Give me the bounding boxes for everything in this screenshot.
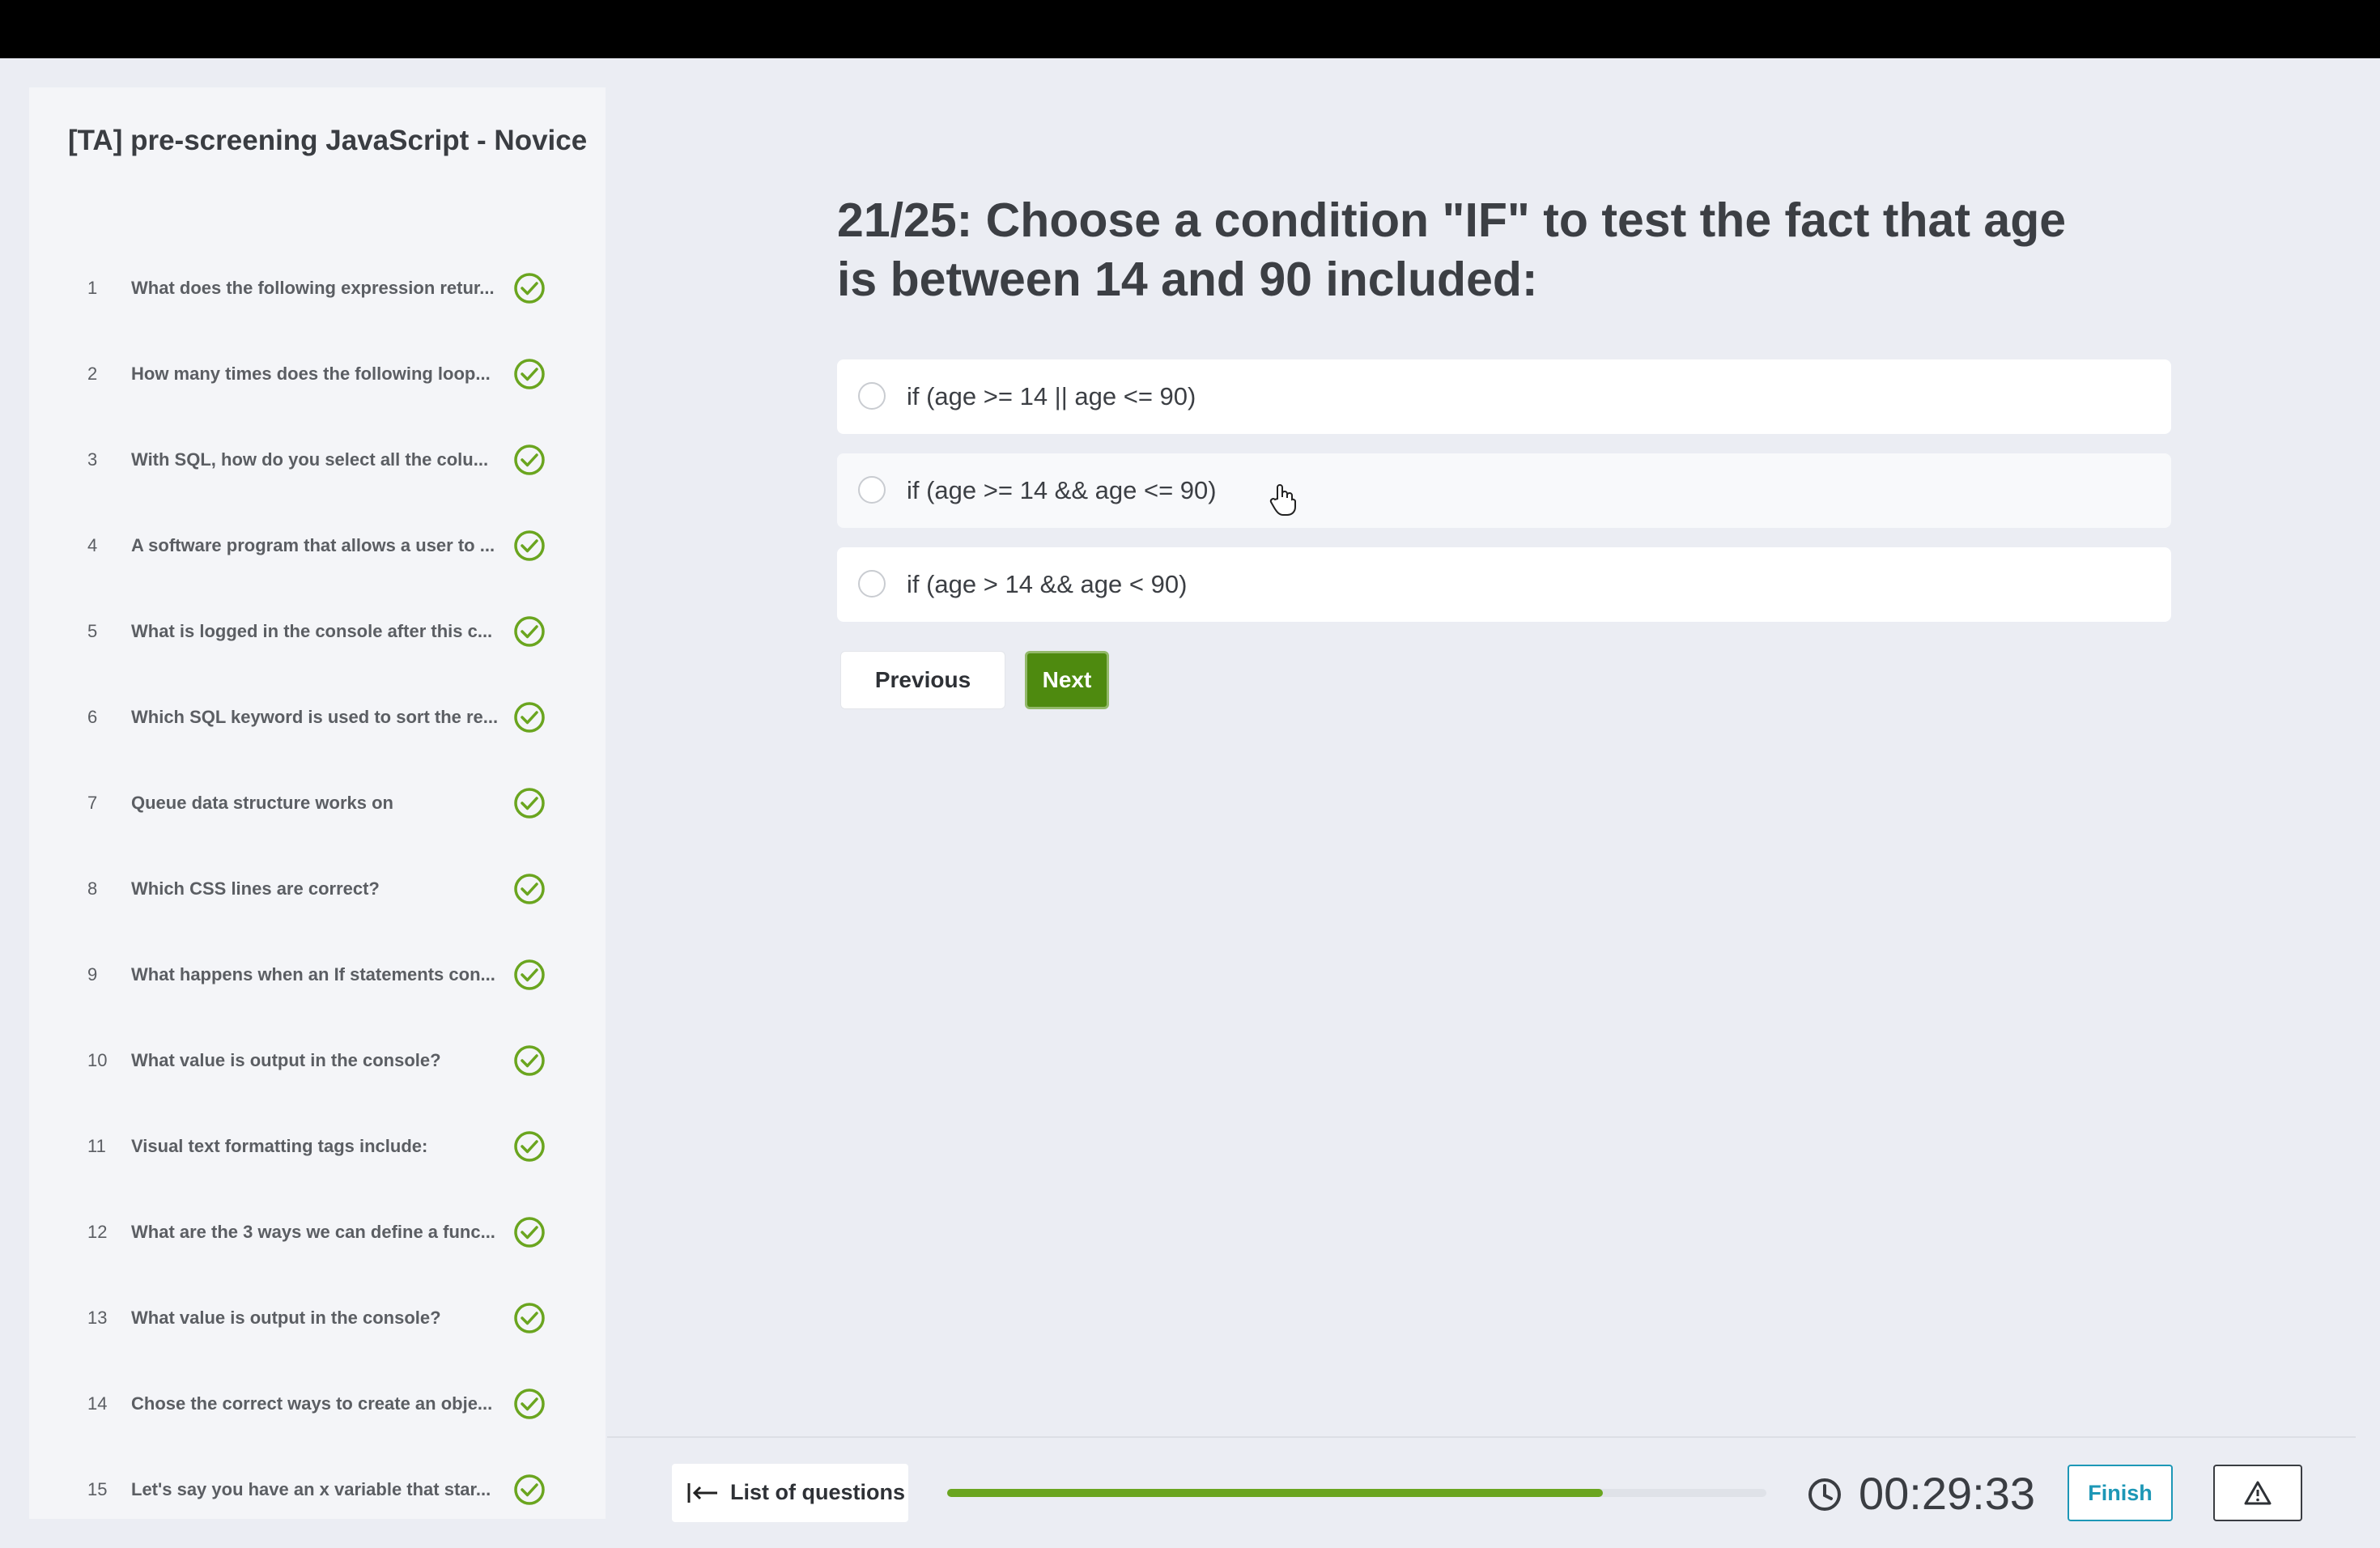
question-summary: What value is output in the console? xyxy=(131,1050,441,1070)
answer-option-2[interactable]: if (age >= 14 && age <= 90) xyxy=(837,453,2171,528)
check-circle-icon xyxy=(514,1474,545,1505)
question-summary: Which CSS lines are correct? xyxy=(131,878,380,899)
sidebar-question-item[interactable]: 2 How many times does the following loop.… xyxy=(29,346,606,402)
check-circle-icon xyxy=(514,1389,545,1419)
sidebar-question-item[interactable]: 12 What are the 3 ways we can define a fu… xyxy=(29,1204,606,1261)
sidebar-question-item[interactable]: 8 Which CSS lines are correct? xyxy=(29,861,606,917)
next-button[interactable]: Next xyxy=(1025,651,1109,709)
sidebar-question-item[interactable]: 5 What is logged in the console after thi… xyxy=(29,603,606,660)
question-number: 10 xyxy=(87,1050,108,1070)
radio-button[interactable] xyxy=(858,570,886,598)
clock-icon xyxy=(1808,1478,1841,1511)
question-number: 1 xyxy=(87,278,98,298)
radio-button[interactable] xyxy=(858,382,886,410)
test-title: [TA] pre-screening JavaScript - Novice xyxy=(68,125,588,156)
check-circle-icon xyxy=(514,1217,545,1248)
arrow-left-bar-icon xyxy=(687,1483,717,1503)
sidebar-question-item[interactable]: 10 What value is output in the console? xyxy=(29,1032,606,1089)
question-number: 15 xyxy=(87,1479,108,1499)
question-number: 2 xyxy=(87,364,98,384)
check-circle-icon xyxy=(514,702,545,733)
question-number: 13 xyxy=(87,1308,108,1328)
sidebar-question-item[interactable]: 7 Queue data structure works on xyxy=(29,775,606,831)
question-summary: How many times does the following loop..… xyxy=(131,364,491,384)
answer-option-label: if (age >= 14 || age <= 90) xyxy=(907,382,1196,410)
report-issue-button[interactable] xyxy=(2213,1465,2302,1521)
question-number: 11 xyxy=(87,1136,106,1156)
sidebar-question-item[interactable]: 4 A software program that allows a user t… xyxy=(29,517,606,574)
question-summary: Visual text formatting tags include: xyxy=(131,1136,428,1156)
question-title: 21/25: Choose a condition "IF" to test t… xyxy=(837,194,2067,306)
answer-option-3[interactable]: if (age > 14 && age < 90) xyxy=(837,547,2171,622)
question-summary: What value is output in the console? xyxy=(131,1308,441,1328)
question-summary: A software program that allows a user to… xyxy=(131,535,495,555)
check-circle-icon xyxy=(514,359,545,389)
list-of-questions-label: List of questions xyxy=(730,1480,905,1504)
sidebar-question-item[interactable]: 1 What does the following expression retu… xyxy=(29,260,606,317)
sidebar-question-item[interactable]: 3 With SQL, how do you select all the col… xyxy=(29,432,606,488)
check-circle-icon xyxy=(514,530,545,561)
timer: 00:29:33 xyxy=(1859,1468,2035,1519)
hand-cursor-icon xyxy=(1269,484,1296,516)
list-of-questions-button[interactable]: List of questions xyxy=(672,1464,908,1522)
sidebar-question-item[interactable]: 14 Chose the correct ways to create an ob… xyxy=(29,1376,606,1432)
answer-option-label: if (age >= 14 && age <= 90) xyxy=(907,476,1217,504)
question-summary: What are the 3 ways we can define a func… xyxy=(131,1222,495,1242)
question-number: 6 xyxy=(87,707,98,727)
check-circle-icon xyxy=(514,959,545,990)
check-circle-icon xyxy=(514,444,545,475)
footer-divider xyxy=(607,1436,2356,1438)
answer-option-1[interactable]: if (age >= 14 || age <= 90) xyxy=(837,359,2171,434)
question-number: 5 xyxy=(87,621,98,641)
question-summary: Which SQL keyword is used to sort the re… xyxy=(131,707,499,727)
check-circle-icon xyxy=(514,788,545,819)
question-number: 7 xyxy=(87,793,98,813)
question-number: 12 xyxy=(87,1222,108,1242)
check-circle-icon xyxy=(514,1045,545,1076)
answer-option-label: if (age > 14 && age < 90) xyxy=(907,570,1188,598)
progress-bar xyxy=(947,1489,1766,1497)
progress-fill xyxy=(947,1489,1603,1497)
question-number: 3 xyxy=(87,449,98,470)
sidebar-question-item[interactable]: 13 What value is output in the console? xyxy=(29,1290,606,1346)
check-circle-icon xyxy=(514,1303,545,1333)
question-number: 14 xyxy=(87,1393,108,1414)
sidebar-question-item[interactable]: 6 Which SQL keyword is used to sort the r… xyxy=(29,689,606,746)
question-summary: With SQL, how do you select all the colu… xyxy=(131,449,489,470)
sidebar-question-item[interactable]: 9 What happens when an If statements con.… xyxy=(29,946,606,1003)
top-black-bar xyxy=(0,0,2380,58)
question-summary: Let's say you have an x variable that st… xyxy=(131,1479,491,1499)
check-circle-icon xyxy=(514,273,545,304)
previous-button[interactable]: Previous xyxy=(840,651,1005,709)
question-number: 4 xyxy=(87,535,98,555)
warning-triangle-icon xyxy=(2244,1481,2272,1505)
check-circle-icon xyxy=(514,1131,545,1162)
check-circle-icon xyxy=(514,616,545,647)
radio-button[interactable] xyxy=(858,476,886,504)
question-sidebar: [TA] pre-screening JavaScript - Novice 1… xyxy=(29,87,606,1519)
question-summary: Queue data structure works on xyxy=(131,793,393,813)
check-circle-icon xyxy=(514,874,545,904)
question-number: 9 xyxy=(87,964,98,985)
question-summary: What happens when an If statements con..… xyxy=(131,964,495,985)
sidebar-question-item[interactable]: 15 Let's say you have an x variable that … xyxy=(29,1461,606,1518)
finish-button[interactable]: Finish xyxy=(2068,1465,2173,1521)
question-summary: Chose the correct ways to create an obje… xyxy=(131,1393,493,1414)
sidebar-question-item[interactable]: 11 Visual text formatting tags include: xyxy=(29,1118,606,1175)
question-number: 8 xyxy=(87,878,98,899)
question-summary: What does the following expression retur… xyxy=(131,278,495,298)
question-summary: What is logged in the console after this… xyxy=(131,621,493,641)
